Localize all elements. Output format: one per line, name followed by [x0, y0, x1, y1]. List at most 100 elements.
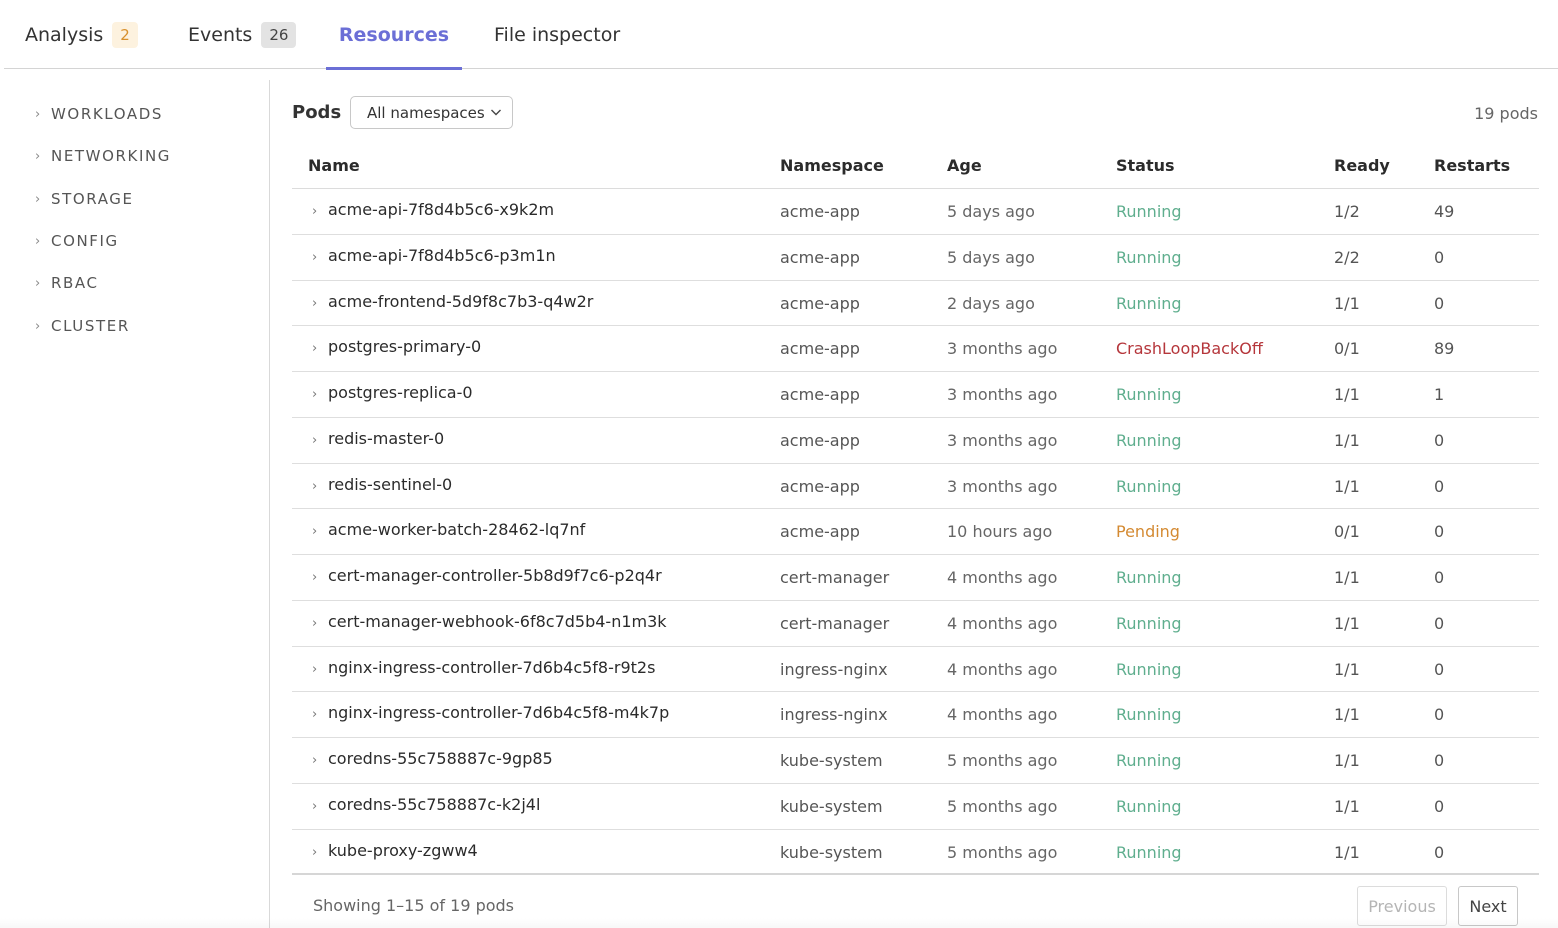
next-button[interactable]: Next [1458, 886, 1518, 926]
pod-name: kube-proxy-zgww4 [328, 840, 478, 860]
status-badge: Running [1116, 842, 1182, 862]
status-badge: Running [1116, 247, 1182, 267]
pod-age: 10 hours ago [947, 522, 1053, 542]
tab-analysis[interactable]: Analysis 2 [25, 0, 138, 69]
chevron-right-icon[interactable]: › [312, 616, 328, 631]
sidebar-item-label: RBAC [51, 274, 99, 292]
chevron-right-icon[interactable]: › [312, 479, 328, 494]
chevron-right-icon[interactable]: › [312, 662, 328, 677]
sidebar-item-networking[interactable]: › NETWORKING [35, 145, 171, 167]
pod-name-cell: › coredns-55c758887c-k2j4l [312, 795, 540, 814]
table-row[interactable]: › acme-api-7f8d4b5c6-x9k2m acme-app 5 days … [292, 189, 1539, 235]
table-row[interactable]: › nginx-ingress-controller-7d6b4c5f8-r9t2… [292, 647, 1539, 693]
table-row[interactable]: › cert-manager-webhook-6f8c7d5b4-n1m3k cer… [292, 601, 1539, 647]
tab-resources[interactable]: Resources [326, 0, 462, 70]
pod-ready: 2/2 [1334, 247, 1360, 267]
pod-name-cell: › kube-proxy-zgww4 [312, 841, 478, 860]
table-row[interactable]: › postgres-primary-0 acme-app 3 months ago C… [292, 326, 1539, 372]
chevron-right-icon[interactable]: › [312, 387, 328, 402]
pods-table-body: › acme-api-7f8d4b5c6-x9k2m acme-app 5 days … [292, 189, 1539, 876]
pod-age: 5 months ago [947, 751, 1058, 770]
table-row[interactable]: › kube-proxy-zgww4 kube-system 5 months ago… [292, 830, 1539, 876]
chevron-right-icon[interactable]: › [312, 753, 328, 768]
sidebar-item-cluster[interactable]: › CLUSTER [35, 315, 130, 337]
sidebar-item-storage[interactable]: › STORAGE [35, 188, 134, 210]
chevron-right-icon[interactable]: › [312, 296, 328, 311]
count-badge: 2 [112, 21, 138, 48]
pod-namespace: kube-system [780, 751, 883, 770]
sidebar-item-config[interactable]: › CONFIG [35, 230, 119, 252]
pod-namespace: acme-app [780, 202, 860, 221]
table-row[interactable]: › coredns-55c758887c-k2j4l kube-system 5 mo… [292, 784, 1539, 830]
table-row[interactable]: › postgres-replica-0 acme-app 3 months ago R… [292, 372, 1539, 418]
pod-ready: 1/1 [1334, 842, 1360, 862]
chevron-right-icon[interactable]: › [312, 433, 328, 448]
pod-age: 4 months ago [947, 568, 1058, 587]
table-row[interactable]: › cert-manager-controller-5b8d9f7c6-p2q4r… [292, 555, 1539, 601]
table-row[interactable]: › acme-frontend-5d9f8c7b3-q4w2r acme-app 2 … [292, 281, 1539, 327]
pod-restarts: 0 [1434, 476, 1445, 496]
table-row[interactable]: › coredns-55c758887c-9gp85 kube-system 5 mo… [292, 738, 1539, 784]
pod-count: 19 pods [1474, 104, 1538, 123]
pod-restarts: 0 [1434, 522, 1445, 542]
chevron-right-icon[interactable]: › [312, 799, 328, 814]
chevron-right-icon: › [35, 106, 41, 122]
column-header-age[interactable]: Age [947, 156, 982, 175]
pod-restarts: 0 [1434, 293, 1445, 313]
pod-name-cell: › coredns-55c758887c-9gp85 [312, 749, 553, 768]
table-header: Name Namespace Age Status Ready Restarts [292, 145, 1539, 189]
column-header-status[interactable]: Status [1116, 156, 1175, 175]
pod-namespace: acme-app [780, 293, 860, 313]
sidebar-item-label: STORAGE [51, 190, 134, 208]
pod-age: 5 days ago [947, 247, 1035, 267]
previous-button[interactable]: Previous [1357, 886, 1447, 926]
chevron-right-icon[interactable]: › [312, 250, 328, 265]
column-header-name[interactable]: Name [308, 156, 360, 175]
chevron-right-icon[interactable]: › [312, 341, 328, 356]
pod-namespace: acme-app [780, 476, 860, 496]
status-badge: Running [1116, 796, 1182, 816]
tab-events[interactable]: Events 26 [188, 0, 297, 69]
sidebar-item-label: WORKLOADS [51, 105, 163, 123]
pod-name: coredns-55c758887c-9gp85 [328, 749, 553, 768]
status-badge: Running [1116, 430, 1182, 450]
table-row[interactable]: › acme-worker-batch-28462-lq7nf acme-app 10… [292, 509, 1539, 555]
table-row[interactable]: › nginx-ingress-controller-7d6b4c5f8-m4k7… [292, 692, 1539, 738]
pod-namespace: kube-system [780, 842, 883, 862]
pod-age: 4 months ago [947, 705, 1058, 725]
namespace-select[interactable]: All namespaces [350, 96, 513, 129]
status-badge: Running [1116, 659, 1182, 679]
chevron-right-icon[interactable]: › [312, 707, 328, 722]
pod-name-cell: › acme-api-7f8d4b5c6-x9k2m [312, 200, 554, 219]
pod-name-cell: › postgres-replica-0 [312, 383, 473, 402]
tab-bar: Analysis 2 Events 26 Resources File insp… [4, 0, 1558, 70]
chevron-right-icon[interactable]: › [312, 204, 328, 219]
sidebar-item-rbac[interactable]: › RBAC [35, 272, 99, 294]
pod-name: acme-worker-batch-28462-lq7nf [328, 520, 586, 540]
pod-ready: 1/1 [1334, 705, 1360, 725]
pod-age: 5 months ago [947, 796, 1058, 816]
chevron-right-icon[interactable]: › [312, 524, 328, 539]
pod-age: 2 days ago [947, 293, 1035, 313]
sidebar-item-workloads[interactable]: › WORKLOADS [35, 103, 163, 125]
column-header-namespace[interactable]: Namespace [780, 156, 884, 175]
chevron-down-icon [491, 109, 501, 116]
pod-ready: 1/1 [1334, 568, 1360, 587]
pod-ready: 1/1 [1334, 613, 1360, 633]
tab-file-inspector[interactable]: File inspector [494, 0, 620, 69]
chevron-right-icon[interactable]: › [312, 570, 328, 585]
pod-name-cell: › cert-manager-controller-5b8d9f7c6-p2q4r [312, 566, 662, 585]
chevron-right-icon[interactable]: › [312, 845, 328, 860]
table-row[interactable]: › acme-api-7f8d4b5c6-p3m1n acme-app 5 days … [292, 235, 1539, 281]
pod-name-cell: › nginx-ingress-controller-7d6b4c5f8-m4k7… [312, 703, 669, 722]
table-row[interactable]: › redis-sentinel-0 acme-app 3 months ago Run… [292, 464, 1539, 510]
table-row[interactable]: › redis-master-0 acme-app 3 months ago Runni… [292, 418, 1539, 464]
column-header-restarts[interactable]: Restarts [1434, 156, 1510, 175]
pod-ready: 1/1 [1334, 476, 1360, 496]
pod-restarts: 0 [1434, 247, 1445, 267]
count-badge: 26 [261, 21, 297, 48]
page-title: Pods [292, 102, 342, 123]
pod-ready: 1/1 [1334, 385, 1360, 404]
column-header-ready[interactable]: Ready [1334, 156, 1390, 175]
pod-restarts: 0 [1434, 705, 1445, 725]
